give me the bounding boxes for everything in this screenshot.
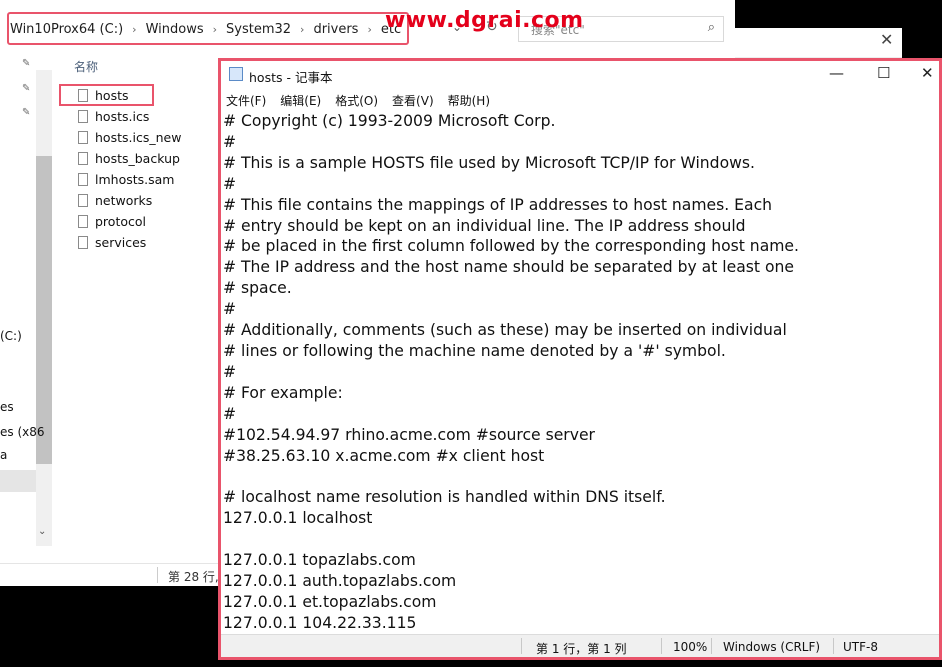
file-item[interactable]: hosts_backup <box>78 148 180 168</box>
minimize-icon[interactable]: — <box>829 64 844 82</box>
file-icon <box>78 172 88 186</box>
file-icon <box>78 130 88 144</box>
file-icon <box>78 151 88 165</box>
status-zoom: 100% <box>673 640 708 654</box>
file-item[interactable]: protocol <box>78 211 146 231</box>
notepad-icon <box>229 67 243 81</box>
menu-help[interactable]: 帮助(H) <box>448 92 490 109</box>
notepad-title: hosts - 记事本 <box>249 70 333 85</box>
nav-item[interactable]: es (x86 <box>0 425 45 439</box>
status-divider <box>521 638 522 654</box>
status-divider <box>711 638 712 654</box>
close-icon[interactable]: ✕ <box>921 64 934 82</box>
maximize-icon[interactable]: ☐ <box>877 64 890 82</box>
menu-file[interactable]: 文件(F) <box>226 92 266 109</box>
menu-edit[interactable]: 编辑(E) <box>280 92 321 109</box>
status-encoding: UTF-8 <box>843 640 878 654</box>
column-header-name[interactable]: 名称 <box>74 58 98 75</box>
nav-selected-item[interactable] <box>0 470 36 492</box>
scroll-down-icon[interactable]: ⌄ <box>38 526 46 537</box>
notepad-menu-bar: 文件(F) 编辑(E) 格式(O) 查看(V) 帮助(H) <box>226 92 504 109</box>
menu-format[interactable]: 格式(O) <box>335 92 378 109</box>
file-item[interactable]: lmhosts.sam <box>78 169 174 189</box>
notepad-status-bar: 第 1 行，第 1 列 100% Windows (CRLF) UTF-8 <box>221 634 939 657</box>
status-divider <box>833 638 834 654</box>
search-icon[interactable]: ⌕ <box>708 20 715 35</box>
file-icon <box>78 235 88 249</box>
nav-item[interactable]: a <box>0 448 7 462</box>
file-icon <box>78 109 88 123</box>
file-item[interactable]: networks <box>78 190 152 210</box>
hosts-highlight-box <box>59 84 154 106</box>
nav-scrollbar-thumb[interactable] <box>36 156 52 464</box>
notepad-text-area[interactable]: # Copyright (c) 1993-2009 Microsoft Corp… <box>223 111 799 655</box>
status-divider <box>157 567 158 583</box>
file-icon <box>78 193 88 207</box>
background-dialog <box>735 28 902 58</box>
pin-icon[interactable]: ✎ <box>22 107 30 118</box>
address-highlight-box <box>7 12 409 45</box>
file-item[interactable]: hosts.ics_new <box>78 127 181 147</box>
file-item[interactable]: services <box>78 232 146 252</box>
notepad-window: hosts - 记事本 — ☐ ✕ 文件(F) 编辑(E) 格式(O) 查看(V… <box>218 58 942 660</box>
pin-icon[interactable]: ✎ <box>22 58 30 69</box>
explorer-status-text: 第 28 行, <box>168 570 219 584</box>
status-line-ending: Windows (CRLF) <box>723 640 821 654</box>
close-icon[interactable]: ✕ <box>880 30 893 49</box>
status-divider <box>661 638 662 654</box>
file-item[interactable]: hosts.ics <box>78 106 149 126</box>
watermark-text: www.dgrai.com <box>385 8 584 33</box>
pin-icon[interactable]: ✎ <box>22 83 30 94</box>
nav-item-drive[interactable]: (C:) <box>0 329 22 343</box>
menu-view[interactable]: 查看(V) <box>392 92 434 109</box>
status-position: 第 1 行，第 1 列 <box>536 642 627 656</box>
notepad-title-bar[interactable]: hosts - 记事本 — ☐ ✕ <box>221 61 939 89</box>
file-icon <box>78 214 88 228</box>
nav-item[interactable]: es <box>0 400 14 414</box>
